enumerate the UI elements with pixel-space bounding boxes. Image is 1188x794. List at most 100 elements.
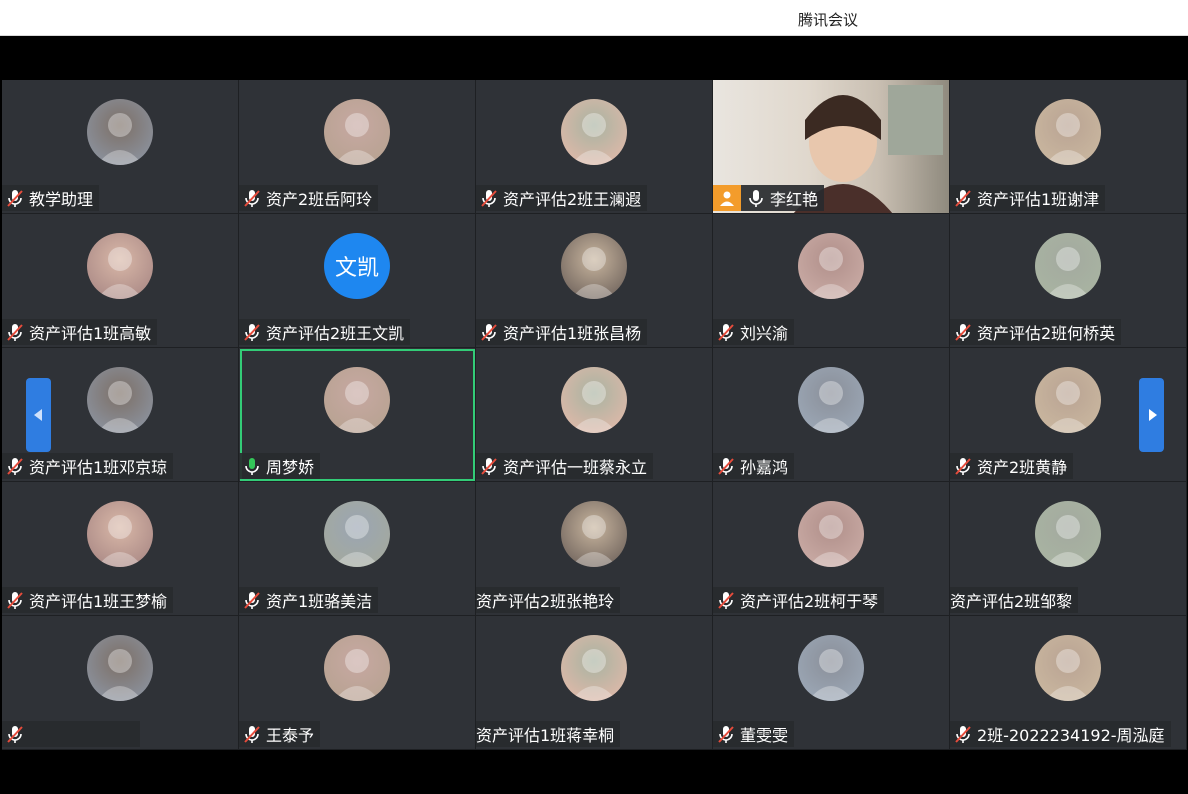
participant-name-bar: 资产1班骆美洁 <box>239 587 379 613</box>
participant-tile[interactable]: 资产1班骆美洁 <box>239 482 476 616</box>
participant-name-bar: 资产评估一班蔡永立 <box>476 453 654 479</box>
participant-tile[interactable]: 资产2班岳阿玲 <box>239 80 476 214</box>
participant-tile[interactable]: 资产评估2班王澜遐 <box>476 80 713 214</box>
participant-name-bar: 李红艳 <box>713 185 825 211</box>
mic-muted-icon <box>7 324 23 341</box>
photo-avatar-icon <box>571 247 617 299</box>
mic-muted-icon <box>718 726 734 743</box>
participant-tile[interactable]: 资产评估一班蔡永立 <box>476 348 713 482</box>
cartoon-avatar-icon <box>571 515 617 567</box>
photo-avatar-icon <box>97 649 143 701</box>
avatar <box>87 635 153 701</box>
avatar <box>87 501 153 567</box>
photo-avatar-icon <box>97 515 143 567</box>
avatar <box>87 367 153 433</box>
participant-tile[interactable]: 资产评估2班何桥英 <box>950 214 1187 348</box>
avatar <box>798 501 864 567</box>
participant-tile[interactable]: 董雯雯 <box>713 616 950 750</box>
participant-name: 资产评估一班蔡永立 <box>503 458 648 477</box>
photo-avatar-icon <box>1045 515 1091 567</box>
participant-name: 资产评估2班邹黎 <box>950 592 1073 611</box>
mic-muted-icon <box>955 726 971 743</box>
mic-muted-icon <box>244 592 260 609</box>
mic-muted-icon <box>955 324 971 341</box>
participant-name-bar: 资产评估1班王梦榆 <box>2 587 174 613</box>
participant-name: 资产评估2班王澜遐 <box>503 190 642 209</box>
next-page-button[interactable] <box>1139 378 1164 452</box>
participant-tile[interactable]: 周梦娇 <box>239 348 476 482</box>
participant-name-bar: 资产评估2班王澜遐 <box>476 185 648 211</box>
participant-name-bar: 教学助理 <box>2 185 100 211</box>
participant-name: 资产评估2班何桥英 <box>977 324 1116 343</box>
participant-name-bar: 资产评估2班何桥英 <box>950 319 1122 345</box>
photo-avatar-icon <box>334 649 380 701</box>
mic-muted-icon <box>955 190 971 207</box>
participant-tile[interactable]: 2班-2022234192-周泓庭 <box>950 616 1187 750</box>
participant-name-bar: 资产评估2班柯于琴 <box>713 587 885 613</box>
participant-tile[interactable]: 资产评估1班谢津 <box>950 80 1187 214</box>
participant-name-bar: 周梦娇 <box>239 453 321 479</box>
participant-name-bar: 资产评估2班王文凯 <box>239 319 411 345</box>
participant-name: 资产评估2班柯于琴 <box>740 592 879 611</box>
participant-name-bar <box>2 721 140 747</box>
participant-tile[interactable]: 资产评估2班邹黎 <box>950 482 1187 616</box>
participant-name: 董雯雯 <box>740 726 789 745</box>
avatar <box>324 99 390 165</box>
photo-avatar-icon <box>571 113 617 165</box>
avatar <box>324 367 390 433</box>
photo-avatar-icon <box>808 515 854 567</box>
participant-tile[interactable]: 资产评估1班高敏 <box>2 214 239 348</box>
mic-muted-icon <box>7 592 23 609</box>
mic-muted-icon <box>481 190 497 207</box>
mic-muted-icon <box>955 458 971 475</box>
participant-name: 王泰予 <box>266 726 315 745</box>
participant-tile[interactable]: 孙嘉鸿 <box>713 348 950 482</box>
participant-tile[interactable]: 李红艳 <box>713 80 950 214</box>
host-icon <box>720 191 734 206</box>
avatar <box>324 635 390 701</box>
participant-tile[interactable]: 资产评估2班柯于琴 <box>713 482 950 616</box>
participant-name: 资产评估1班王梦榆 <box>29 592 168 611</box>
avatar <box>798 635 864 701</box>
photo-avatar-icon <box>1045 649 1091 701</box>
participant-tile[interactable]: 资产评估1班张昌杨 <box>476 214 713 348</box>
host-badge <box>713 185 741 211</box>
participant-tile[interactable]: 资产评估1班蒋幸桐 <box>476 616 713 750</box>
avatar <box>561 99 627 165</box>
mic-icon <box>749 190 763 207</box>
participant-tile[interactable] <box>2 616 239 750</box>
participant-tile[interactable]: 王泰予 <box>239 616 476 750</box>
photo-avatar-icon <box>334 113 380 165</box>
participant-name-bar: 资产2班岳阿玲 <box>239 185 379 211</box>
prev-page-button[interactable] <box>26 378 51 452</box>
participant-tile[interactable]: 教学助理 <box>2 80 239 214</box>
mic-muted-icon <box>244 190 260 207</box>
cartoon-avatar-icon <box>808 381 854 433</box>
cartoon-avatar-icon <box>1045 247 1091 299</box>
mic-muted-icon <box>244 324 260 341</box>
avatar <box>1035 501 1101 567</box>
participant-tile[interactable]: 文凯 资产评估2班王文凯 <box>239 214 476 348</box>
mic-muted-icon <box>481 324 497 341</box>
chevron-right-icon <box>1148 409 1157 421</box>
photo-avatar-icon <box>808 649 854 701</box>
window-title: 腾讯会议 <box>797 11 858 29</box>
mic-muted-icon <box>718 324 734 341</box>
participant-name-bar: 资产评估2班邹黎 <box>950 587 1079 613</box>
participant-name: 刘兴渝 <box>740 324 789 343</box>
cartoon-avatar-icon <box>808 247 854 299</box>
avatar <box>798 367 864 433</box>
participant-tile[interactable]: 资产评估2班张艳玲 <box>476 482 713 616</box>
bottom-black-bar <box>0 750 1188 794</box>
participant-name-bar: 资产评估1班邓京琼 <box>2 453 174 479</box>
participant-name: 资产1班骆美洁 <box>266 592 373 611</box>
participant-name: 周梦娇 <box>266 458 315 477</box>
cartoon-avatar-icon <box>1045 381 1091 433</box>
mic-muted-icon <box>244 726 260 743</box>
participant-grid: 教学助理 资产2班岳阿玲 资产评估2班王澜遐 李红艳 资产评估1班谢津资产评估1班高敏 文… <box>2 80 1187 750</box>
avatar <box>561 501 627 567</box>
participant-name: 资产2班岳阿玲 <box>266 190 373 209</box>
participant-tile[interactable]: 刘兴渝 <box>713 214 950 348</box>
participant-tile[interactable]: 资产评估1班王梦榆 <box>2 482 239 616</box>
mic-muted-icon <box>7 458 23 475</box>
